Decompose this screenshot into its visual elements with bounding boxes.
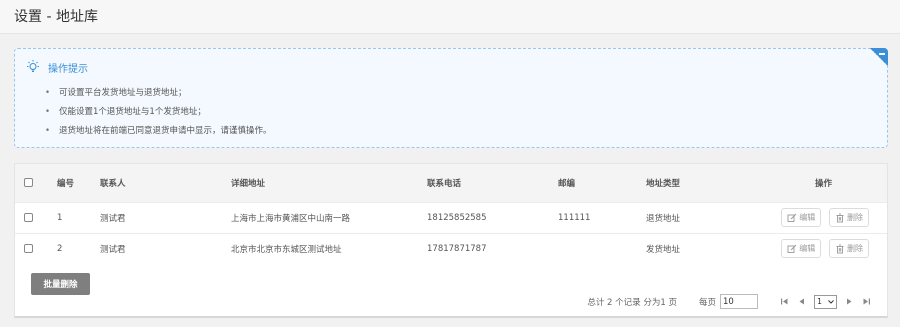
cell-zip [558, 233, 646, 264]
chevron-down-icon [828, 299, 834, 304]
delete-button[interactable]: 删除 [829, 239, 869, 259]
last-page-icon[interactable] [862, 297, 871, 306]
select-all-checkbox[interactable] [24, 177, 33, 187]
cell-id: 1 [57, 212, 63, 223]
tips-header: 操作提示 [25, 59, 88, 75]
tips-list: 可设置平台发货地址与退货地址； 仅能设置1个退货地址与1个发货地址； 退货地址将… [45, 84, 272, 141]
cell-contact: 测试君 [100, 244, 126, 255]
tips-title: 操作提示 [48, 63, 88, 75]
address-table: 编号 联系人 详细地址 联系电话 邮编 地址类型 操作 1 测试君 上海市上海市… [15, 164, 887, 264]
first-page-icon[interactable] [780, 297, 789, 306]
trash-icon [836, 244, 844, 254]
cell-type: 发货地址 [646, 244, 681, 255]
delete-label: 删除 [847, 244, 863, 254]
next-page-icon[interactable] [845, 297, 854, 306]
cell-id: 2 [57, 243, 63, 254]
page-select[interactable]: 1 [814, 294, 837, 309]
table-row: 1 测试君 上海市上海市黄浦区中山南一路 18125852585 111111 … [15, 202, 887, 233]
cell-phone: 17817871787 [427, 243, 487, 254]
cell-contact: 测试君 [100, 213, 126, 224]
pagination: 总计 2 个记录 分为1 页 每页 1 [587, 294, 875, 309]
tip-item: 退货地址将在前端已同意退货申请中显示，请谨慎操作。 [45, 122, 272, 141]
trash-icon [836, 213, 844, 222]
table-header-row: 编号 联系人 详细地址 联系电话 邮编 地址类型 操作 [15, 164, 887, 202]
row-checkbox[interactable] [24, 212, 33, 222]
cell-type: 退货地址 [646, 213, 681, 224]
prev-page-icon[interactable] [797, 297, 806, 306]
header-zip: 邮编 [558, 178, 576, 189]
header-phone: 联系电话 [427, 178, 462, 189]
tip-item: 可设置平台发货地址与退货地址； [45, 84, 272, 103]
table-row: 2 测试君 北京市北京市东城区测试地址 17817871787 发货地址 编辑 … [15, 233, 887, 264]
bulk-delete-button[interactable]: 批量删除 [31, 273, 90, 295]
cell-address: 上海市上海市黄浦区中山南一路 [231, 213, 351, 224]
cell-zip: 111111 [558, 212, 591, 223]
tip-item: 仅能设置1个退货地址与1个发货地址； [45, 103, 272, 122]
collapse-toggle[interactable] [870, 48, 888, 66]
header-type: 地址类型 [646, 178, 681, 189]
row-checkbox[interactable] [24, 243, 33, 253]
delete-label: 删除 [847, 213, 863, 222]
per-page-label: 每页 [698, 297, 716, 308]
edit-button[interactable]: 编辑 [781, 208, 822, 227]
edit-button[interactable]: 编辑 [781, 239, 822, 259]
cell-address: 北京市北京市东城区测试地址 [231, 244, 342, 255]
edit-icon [787, 213, 797, 222]
header-address: 详细地址 [231, 178, 266, 189]
header-contact: 联系人 [100, 178, 126, 189]
edit-label: 编辑 [799, 244, 816, 254]
page-select-value: 1 [817, 297, 823, 306]
per-page-input[interactable] [720, 294, 758, 309]
page-title: 设置 - 地址库 [14, 9, 98, 25]
delete-button[interactable]: 删除 [829, 208, 869, 227]
edit-icon [787, 244, 797, 253]
cell-phone: 18125852585 [427, 212, 487, 223]
header-id: 编号 [57, 178, 75, 189]
header-ops: 操作 [814, 178, 832, 189]
edit-label: 编辑 [799, 213, 816, 222]
lightbulb-icon [27, 60, 39, 72]
address-table-panel: 编号 联系人 详细地址 联系电话 邮编 地址类型 操作 1 测试君 上海市上海市… [14, 163, 888, 318]
tips-panel: 操作提示 可设置平台发货地址与退货地址； 仅能设置1个退货地址与1个发货地址； … [14, 48, 888, 148]
page-header: 设置 - 地址库 [0, 0, 900, 34]
pager-summary: 总计 2 个记录 分为1 页 [587, 297, 677, 308]
